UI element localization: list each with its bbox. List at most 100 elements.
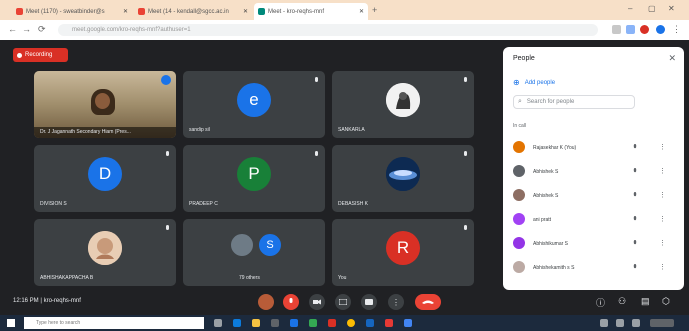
participant-name: PRADEEP C — [189, 201, 218, 207]
address-bar[interactable]: meet.google.com/kro-reqhs-mnf?authuser=1 — [58, 24, 598, 36]
tab-title: Meet (1170) - sweatbinder@s — [26, 8, 105, 15]
avatar — [513, 189, 525, 201]
avatar-letter: S — [266, 239, 274, 251]
add-people-button[interactable]: ⊕ Add people — [513, 78, 555, 87]
chat-icon[interactable]: ▤ — [641, 296, 650, 307]
mic-icon[interactable] — [633, 168, 637, 174]
profile-avatar[interactable] — [656, 25, 665, 34]
info-icon[interactable]: ⓘ — [596, 296, 605, 309]
participant-tile-others[interactable]: S 79 others — [183, 219, 325, 286]
people-icon[interactable]: ⚇ — [618, 296, 626, 307]
participant-tile[interactable]: ABHISHAKAPPACHA B — [34, 219, 176, 286]
more-options-icon[interactable]: ⋮ — [659, 263, 666, 271]
others-avatar-letter: S — [257, 232, 283, 258]
maximize-icon[interactable]: ▢ — [648, 4, 656, 13]
address-bar-row: ← → ⟳ meet.google.com/kro-reqhs-mnf?auth… — [0, 20, 689, 41]
app-icon[interactable] — [404, 319, 412, 327]
app-icon[interactable] — [385, 319, 393, 327]
profile-photo-icon — [386, 157, 420, 192]
taskbar-search-input[interactable]: Type here to search — [24, 317, 204, 329]
people-list-item[interactable]: Abhishikumar S ⋮ — [513, 237, 678, 251]
people-list-item[interactable]: ani pratt ⋮ — [513, 213, 678, 227]
participant-tile[interactable]: P PRADEEP C — [183, 145, 325, 212]
forward-icon[interactable]: → — [22, 24, 31, 34]
person-name: ani pratt — [533, 217, 552, 223]
new-tab-icon[interactable]: + — [372, 5, 377, 15]
more-options-button[interactable]: ⋮ — [388, 294, 404, 310]
reload-icon[interactable]: ⟳ — [38, 24, 46, 35]
mic-icon[interactable] — [633, 192, 637, 198]
network-icon[interactable] — [616, 319, 624, 327]
people-list-item[interactable]: Abhishek S ⋮ — [513, 165, 678, 179]
extension-icon[interactable] — [640, 25, 649, 34]
people-list-item[interactable]: Rajasekhar K (You) ⋮ — [513, 141, 678, 155]
clock-icon[interactable] — [650, 319, 674, 327]
mic-icon[interactable] — [633, 240, 637, 246]
avatar — [513, 141, 525, 153]
mic-off-icon — [289, 298, 293, 303]
search-icon: ⌕ — [518, 98, 522, 105]
meeting-time: 12:16 PM — [13, 298, 39, 304]
present-icon — [365, 299, 373, 305]
window-close-icon[interactable]: ✕ — [668, 4, 675, 13]
store-icon[interactable] — [271, 319, 279, 327]
captions-button[interactable] — [335, 294, 351, 310]
people-search-input[interactable]: ⌕ Search for people — [513, 95, 635, 109]
menu-icon[interactable]: ⋮ — [672, 24, 681, 35]
mic-icon[interactable] — [633, 216, 637, 222]
avatar-button[interactable] — [258, 294, 274, 310]
chrome-icon[interactable] — [347, 319, 355, 327]
extension-icon[interactable] — [626, 25, 635, 34]
mail-icon[interactable] — [290, 319, 298, 327]
camera-off-button[interactable] — [309, 294, 325, 310]
mic-icon[interactable] — [633, 144, 637, 150]
task-view-icon[interactable] — [214, 319, 222, 327]
person-name: Abhishek S — [533, 169, 559, 175]
close-icon[interactable]: ✕ — [359, 8, 364, 15]
system-tray-icon[interactable] — [600, 319, 608, 327]
app-icon[interactable] — [366, 319, 374, 327]
participant-tile[interactable]: SANKARLA — [332, 71, 474, 138]
participant-tile[interactable]: DEBASISH K — [332, 145, 474, 212]
browser-tab[interactable]: Meet (1170) - sweatbinder@s ✕ — [12, 3, 132, 20]
participant-tile[interactable]: e sandip sil — [183, 71, 325, 138]
back-icon[interactable]: ← — [8, 24, 17, 34]
browser-tab[interactable]: Meet (14 - kendall@sgcc.ac.in ✕ — [134, 3, 252, 20]
more-options-icon[interactable]: ⋮ — [659, 239, 666, 247]
mic-off-icon — [315, 77, 318, 82]
meet-favicon-icon — [16, 8, 23, 15]
mic-off-button[interactable] — [283, 294, 299, 310]
recording-badge: Recording — [13, 48, 68, 62]
volume-icon[interactable] — [632, 319, 640, 327]
participant-avatar — [386, 83, 420, 118]
close-icon[interactable]: ✕ — [243, 8, 248, 15]
activities-icon[interactable]: ⬡ — [662, 296, 670, 307]
people-list-item[interactable]: Abhishekamith s S ⋮ — [513, 261, 678, 275]
more-options-icon[interactable]: ⋮ — [659, 143, 666, 151]
app-icon[interactable] — [309, 319, 317, 327]
camera-off-icon — [313, 299, 321, 305]
extension-icon[interactable] — [612, 25, 621, 34]
browser-tab-active[interactable]: Meet - kro-reqhs-mnf ✕ — [254, 3, 368, 20]
present-button[interactable] — [361, 294, 377, 310]
leave-call-button[interactable] — [415, 294, 441, 310]
more-options-icon[interactable]: ⋮ — [659, 167, 666, 175]
close-icon[interactable]: ✕ — [668, 53, 676, 64]
file-explorer-icon[interactable] — [252, 319, 260, 327]
more-options-icon[interactable]: ⋮ — [659, 215, 666, 223]
minimize-icon[interactable]: – — [628, 4, 632, 13]
close-icon[interactable]: ✕ — [123, 8, 128, 15]
participant-name: SANKARLA — [338, 127, 365, 133]
participant-tile[interactable]: Dr. J Jagannath Secondary Hiam (Pres... — [34, 71, 176, 138]
more-options-icon[interactable]: ⋮ — [659, 191, 666, 199]
edge-icon[interactable] — [233, 319, 241, 327]
participant-tile[interactable]: D DIVISION S — [34, 145, 176, 212]
participant-tile-self[interactable]: R You — [332, 219, 474, 286]
mic-off-icon — [315, 151, 318, 156]
windows-start-icon[interactable] — [7, 319, 15, 327]
tab-title: Meet - kro-reqhs-mnf — [268, 8, 325, 15]
app-icon[interactable] — [328, 319, 336, 327]
participant-name: sandip sil — [189, 127, 210, 133]
people-list-item[interactable]: Abhishek S ⋮ — [513, 189, 678, 203]
mic-icon[interactable] — [633, 264, 637, 270]
